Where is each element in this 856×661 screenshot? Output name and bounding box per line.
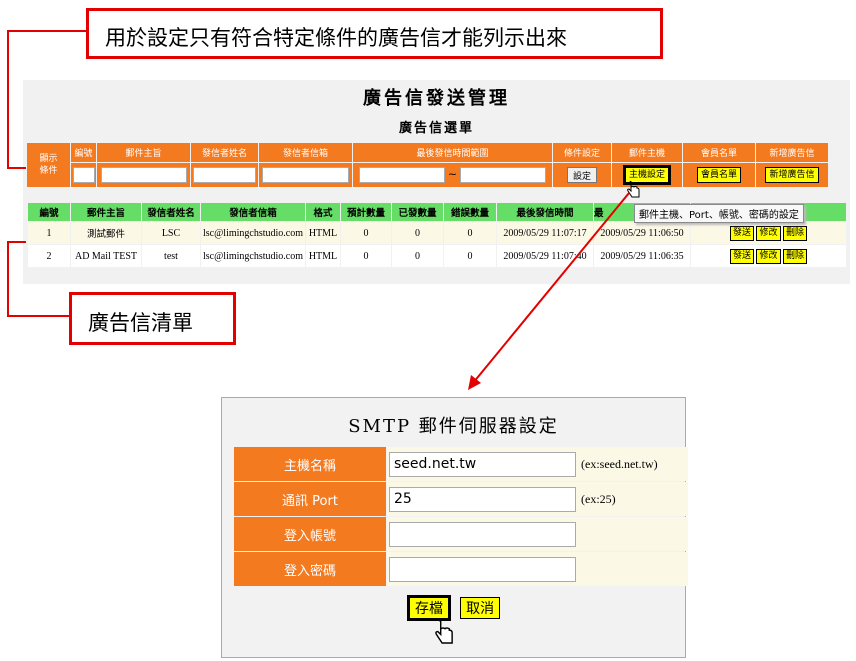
port-cell: (ex:25) <box>387 482 688 516</box>
password-input[interactable] <box>389 556 576 582</box>
save-button[interactable]: 存檔 <box>407 595 451 621</box>
account-input[interactable] <box>389 521 576 547</box>
smtp-settings-dialog: SMTP 郵件伺服器設定 主機名稱 (ex:seed.net.tw) 通訊 Po… <box>221 397 689 658</box>
host-example: (ex:seed.net.tw) <box>581 456 658 471</box>
host-cell: (ex:seed.net.tw) <box>387 447 688 481</box>
account-cell <box>387 517 688 551</box>
smtp-dialog-title: SMTP 郵件伺服器設定 <box>348 416 559 437</box>
password-cell <box>387 552 688 586</box>
port-input[interactable] <box>389 486 576 512</box>
account-label: 登入帳號 <box>234 517 386 551</box>
port-label: 通訊 Port <box>234 482 386 516</box>
filter-callout-connector <box>7 30 86 169</box>
host-label: 主機名稱 <box>234 447 386 481</box>
host-to-dialog-arrow <box>472 192 630 384</box>
dialog-buttons: 存檔 取消 <box>407 595 501 621</box>
port-example: (ex:25) <box>581 491 616 506</box>
password-label: 登入密碼 <box>234 552 386 586</box>
arrow-head <box>468 375 481 390</box>
host-input[interactable] <box>389 451 576 477</box>
cancel-button[interactable]: 取消 <box>460 597 501 619</box>
smtp-form-table: 主機名稱 (ex:seed.net.tw) 通訊 Port (ex:25) 登入… <box>233 446 689 587</box>
pointer-hand-icon <box>435 620 453 644</box>
list-callout-connector <box>7 241 69 317</box>
